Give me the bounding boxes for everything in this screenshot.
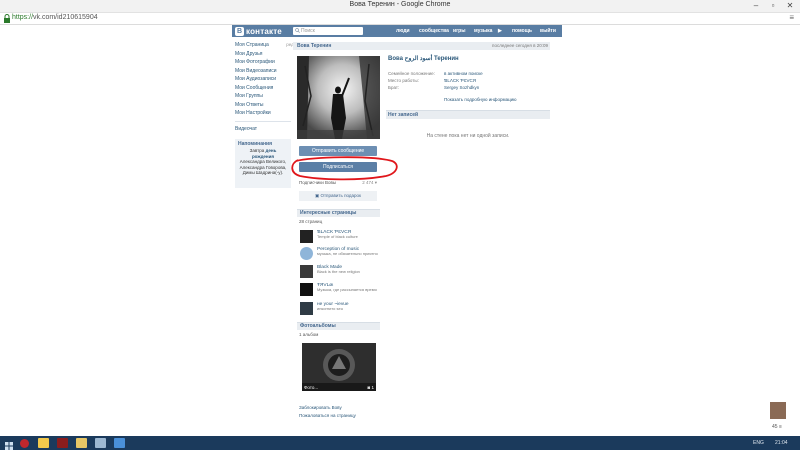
nav-games[interactable]: игры xyxy=(453,25,465,37)
page-avatar xyxy=(300,247,313,260)
page-avatar xyxy=(300,265,313,278)
album-caption: Фото... xyxy=(304,385,319,390)
windows-start-icon[interactable] xyxy=(4,438,14,450)
lock-icon xyxy=(4,14,10,23)
albums-heading[interactable]: Фотоальбомы xyxy=(297,322,380,330)
search-icon xyxy=(295,28,300,33)
sidebar-item-videochat[interactable]: Видеочат xyxy=(235,125,291,134)
album-image xyxy=(302,343,376,391)
page-desc: Музыка, где рассыпается время xyxy=(317,287,377,292)
block-user-link[interactable]: Заблокировать Вову xyxy=(299,404,356,412)
clock[interactable]: 21:04 xyxy=(775,438,788,448)
list-item[interactable]: ƁLΛCK ƤƐVCЯ Temple of black culture xyxy=(300,230,380,244)
info-label-relationship: Семейное положение: xyxy=(388,71,435,76)
chat-counter[interactable]: 45 ≡ xyxy=(772,424,782,430)
info-label-brother: Брат: xyxy=(388,85,400,90)
online-status: последнее сегодня в 20:09 xyxy=(492,43,548,48)
app-icon[interactable] xyxy=(114,438,125,448)
close-button[interactable]: ✕ xyxy=(782,0,798,12)
red-highlight-annotation xyxy=(291,156,398,181)
vk-logo-icon: В xyxy=(235,26,244,36)
subscribers-count: 2 474 ▾ xyxy=(362,180,377,185)
sidebar-item-audio[interactable]: Мои Аудиозаписи xyxy=(235,75,291,84)
maximize-button[interactable]: ▫ xyxy=(765,0,781,12)
sidebar: Моя Страница ред. Мои Друзья Мои Фотограф… xyxy=(235,41,295,134)
nav-help[interactable]: помощь xyxy=(512,25,532,37)
search-placeholder: Поиск xyxy=(301,28,315,34)
vk-logo-text: контакте xyxy=(246,26,282,36)
sidebar-item-groups[interactable]: Мои Группы xyxy=(235,92,291,101)
profile-header-name: Вова Теренин xyxy=(297,43,332,49)
page-desc: Black is the new religion xyxy=(317,269,360,274)
vk-header: В контакте Поиск люди сообщества игры му… xyxy=(232,25,562,37)
report-page-link[interactable]: Пожаловаться на страницу xyxy=(299,412,356,420)
language-indicator[interactable]: ENG xyxy=(753,438,764,448)
opera-icon[interactable] xyxy=(20,439,29,448)
subscribers-label: Подписчики Вовы xyxy=(299,180,337,185)
info-value-relationship[interactable]: в активном поиске xyxy=(444,71,483,76)
sidebar-item-my-page[interactable]: Моя Страница ред. xyxy=(235,41,295,50)
sidebar-item-friends[interactable]: Мои Друзья xyxy=(235,50,291,59)
sidebar-item-photos[interactable]: Мои Фотографии xyxy=(235,58,291,67)
info-value-brother[interactable]: Sergey Sozhdkyn xyxy=(444,85,479,90)
info-label-work: Место работы: xyxy=(388,78,419,83)
sidebar-item-answers[interactable]: Мои Ответы xyxy=(235,101,291,110)
gift-icon: ▣ xyxy=(314,193,320,198)
album-thumbnail[interactable]: Фото... ◙ 1 xyxy=(302,343,376,391)
reminders-heading: Напоминания xyxy=(238,141,272,147)
wall-heading: Нет записей xyxy=(386,110,550,119)
list-item[interactable]: не your ~ievue инкогнито seu xyxy=(300,302,380,316)
nav-music[interactable]: музыка xyxy=(474,25,492,37)
profile-full-name: Вова أسود الروح Теренин xyxy=(388,56,459,62)
page-avatar xyxy=(300,283,313,296)
profile-header: Вова Теренин последнее сегодня в 20:09 xyxy=(293,42,550,50)
interesting-pages-heading[interactable]: Интересные страницы xyxy=(297,209,380,217)
window-titlebar: Вова Теренин - Google Chrome – ▫ ✕ xyxy=(0,0,800,13)
taskbar: ENG 21:04 xyxy=(0,436,800,450)
info-value-work[interactable]: ƁLΛCK ƤƐVCЯ xyxy=(444,78,476,83)
window-icon[interactable] xyxy=(95,438,106,448)
address-bar[interactable]: https://vk.com/id210615904 ≡ xyxy=(0,13,800,25)
list-item[interactable]: Black Made Black is the new religion xyxy=(300,265,380,279)
profile-photo[interactable] xyxy=(297,56,380,139)
chat-avatar[interactable] xyxy=(770,402,786,419)
camera-icon: ◙ xyxy=(367,385,371,390)
chrome-menu-icon[interactable]: ≡ xyxy=(789,13,794,22)
nav-communities[interactable]: сообщества xyxy=(419,25,449,37)
window-title: Вова Теренин - Google Chrome xyxy=(349,1,451,8)
play-icon[interactable]: ▶ xyxy=(498,25,502,37)
folder-icon[interactable] xyxy=(76,438,87,448)
nav-logout[interactable]: выйти xyxy=(540,25,556,37)
reminders-text: Завтра день рождения Александра Великого… xyxy=(239,148,287,175)
minimize-button[interactable]: – xyxy=(748,0,764,12)
search-input[interactable]: Поиск xyxy=(293,27,363,35)
album-photo-count: ◙ 1 xyxy=(367,385,375,390)
list-item[interactable]: ŦЯVLøι Музыка, где рассыпается время xyxy=(300,283,380,297)
nav-people[interactable]: люди xyxy=(396,25,410,37)
albums-count: 1 альбом xyxy=(299,332,319,337)
page-desc: Temple of black culture xyxy=(317,234,358,239)
sidebar-item-videos[interactable]: Мои Видеозаписи xyxy=(235,67,291,76)
send-gift-button[interactable]: ▣ Отправить подарок xyxy=(299,191,377,201)
profile-actions: Заблокировать Вову Пожаловаться на стран… xyxy=(299,404,356,420)
subscribers-row[interactable]: Подписчики Вовы 2 474 ▾ xyxy=(299,180,377,187)
profile-photo-image xyxy=(297,56,380,139)
page-avatar xyxy=(300,230,313,243)
sidebar-item-messages[interactable]: Мои Сообщения xyxy=(235,84,291,93)
sidebar-item-settings[interactable]: Мои Настройки xyxy=(235,109,291,118)
wall-empty-message: На стене пока нет ни одной записи. xyxy=(426,133,510,139)
page-desc: музыка, не обязательно приятно xyxy=(317,251,378,256)
address-url[interactable]: https://vk.com/id210615904 xyxy=(12,14,98,21)
page-desc: инкогнито seu xyxy=(317,306,343,311)
chrome-icon[interactable] xyxy=(38,438,49,448)
app-icon[interactable] xyxy=(57,438,68,448)
vk-logo[interactable]: В контакте xyxy=(235,26,282,36)
list-item[interactable]: Perception of music музыка, не обязатель… xyxy=(300,247,380,261)
reminders-block: Напоминания Завтра день рождения Алексан… xyxy=(235,139,291,188)
sidebar-divider xyxy=(235,120,291,122)
interesting-pages-count: 28 страниц xyxy=(299,219,323,224)
show-more-info-link[interactable]: Показать подробную информацию xyxy=(444,97,517,102)
page-avatar xyxy=(300,302,313,315)
